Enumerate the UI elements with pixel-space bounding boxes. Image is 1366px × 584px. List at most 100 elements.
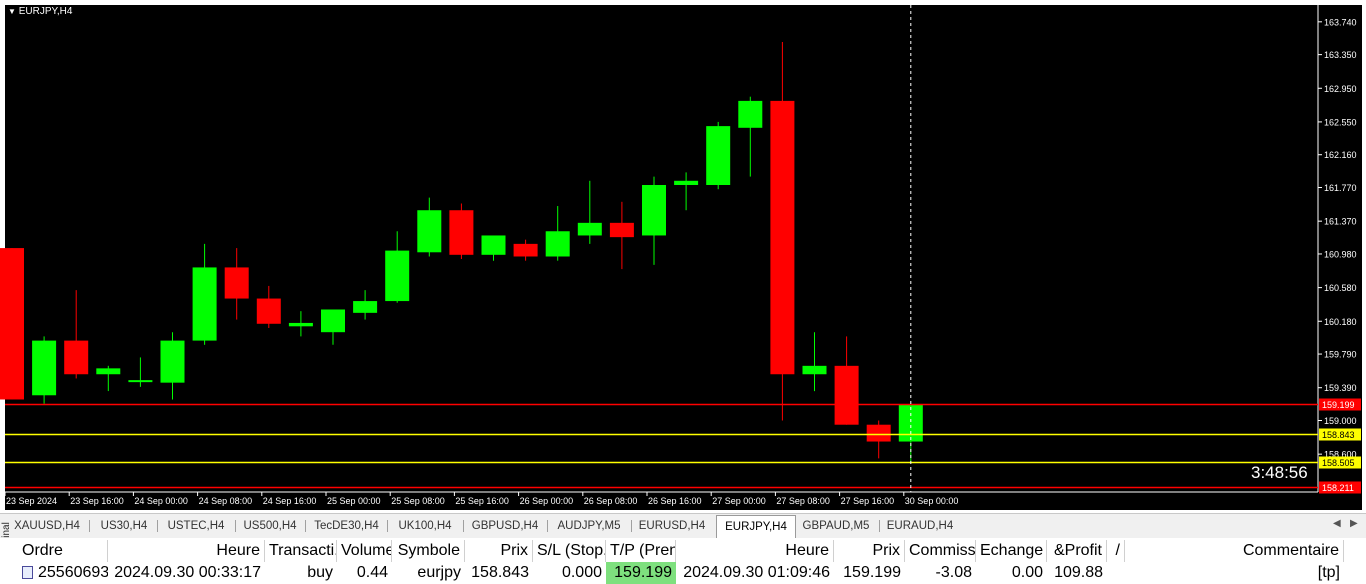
price-level-label: 159.199 bbox=[1322, 400, 1355, 410]
column-header-open_time[interactable]: Heure bbox=[108, 540, 265, 562]
price-tick-label: 162.550 bbox=[1324, 117, 1357, 127]
tab-divider bbox=[157, 520, 158, 532]
candle-body bbox=[481, 235, 506, 255]
price-level-label: 158.211 bbox=[1322, 483, 1354, 493]
chart-symbol-title[interactable]: ▼ EURJPY,H4 bbox=[8, 6, 72, 17]
candle-body bbox=[32, 340, 57, 396]
tab-ustec-h4[interactable]: USTEC,H4 bbox=[160, 517, 232, 535]
price-chart[interactable]: 163.740 163.350 162.950 162.550 162.160 161.7… bbox=[0, 0, 1366, 512]
plot-area bbox=[5, 5, 1318, 492]
cell-current-price[interactable]: 159.199 bbox=[834, 562, 905, 584]
cell-symbol[interactable]: eurjpy bbox=[392, 562, 465, 584]
cell-tp[interactable]: 159.199 bbox=[606, 562, 676, 584]
column-header-comment[interactable]: Commentaire bbox=[1125, 540, 1344, 562]
candle-body bbox=[385, 250, 410, 302]
tab-xauusd-h4[interactable]: XAUUSD,H4 bbox=[8, 517, 86, 535]
candle-body bbox=[738, 100, 763, 128]
candle-body bbox=[288, 322, 313, 327]
candle-body bbox=[417, 210, 442, 253]
tab-divider bbox=[463, 520, 464, 532]
candle-body bbox=[898, 404, 923, 442]
candle-body bbox=[128, 380, 153, 383]
tab-us500-h4[interactable]: US500,H4 bbox=[238, 517, 302, 535]
candle-body bbox=[545, 231, 570, 257]
tab-divider bbox=[235, 520, 236, 532]
time-tick-label: 25 Sep 00:00 bbox=[327, 496, 381, 506]
time-tick-label: 24 Sep 16:00 bbox=[263, 496, 317, 506]
cell-type[interactable]: buy bbox=[265, 562, 337, 584]
cell-swap[interactable]: 0.00 bbox=[976, 562, 1047, 584]
candle-body bbox=[192, 267, 217, 341]
tab-divider bbox=[879, 520, 880, 532]
candle-body bbox=[642, 184, 666, 236]
time-tick-label: 25 Sep 08:00 bbox=[391, 496, 445, 506]
column-header-symbol[interactable]: Symbole bbox=[392, 540, 465, 562]
chart-menu-triangle-icon[interactable]: ▼ bbox=[8, 7, 16, 16]
column-header-swap[interactable]: Echange bbox=[976, 540, 1047, 562]
time-tick-label: 24 Sep 08:00 bbox=[199, 496, 253, 506]
column-header-sort[interactable]: / bbox=[1107, 540, 1125, 562]
candle-body bbox=[256, 298, 281, 324]
column-header-volume[interactable]: Volume bbox=[337, 540, 392, 562]
column-header-sl[interactable]: S/L (Stop... bbox=[533, 540, 606, 562]
price-tick-label: 159.790 bbox=[1324, 350, 1357, 360]
cell-volume[interactable]: 0.44 bbox=[337, 562, 392, 584]
time-tick-label: 27 Sep 00:00 bbox=[712, 496, 766, 506]
cell-comment[interactable]: [tp] bbox=[1125, 562, 1344, 584]
cell-sl[interactable]: 0.000 bbox=[533, 562, 606, 584]
tab-divider bbox=[305, 520, 306, 532]
column-header-time[interactable]: Heure bbox=[676, 540, 834, 562]
column-header-profit[interactable]: &Profit bbox=[1047, 540, 1107, 562]
time-tick-label: 23 Sep 16:00 bbox=[70, 496, 124, 506]
price-tick-label: 160.980 bbox=[1324, 249, 1357, 259]
column-header-tp[interactable]: T/P (Pren... bbox=[606, 540, 676, 562]
column-header-order[interactable]: Ordre bbox=[14, 540, 108, 562]
tab-euraud-h4[interactable]: EURAUD,H4 bbox=[884, 517, 956, 535]
candle-body bbox=[834, 365, 859, 425]
column-header-commission[interactable]: Commiss... bbox=[905, 540, 976, 562]
candle-body bbox=[64, 340, 89, 375]
candle-body bbox=[321, 309, 345, 333]
tab-us30-h4[interactable]: US30,H4 bbox=[94, 517, 154, 535]
column-header-type[interactable]: Transacti... bbox=[265, 540, 337, 562]
candle-body bbox=[577, 222, 602, 236]
candle-body bbox=[706, 126, 731, 185]
time-tick-label: 23 Sep 2024 bbox=[6, 496, 57, 506]
tab-gbpusd-h4[interactable]: GBPUSD,H4 bbox=[466, 517, 544, 535]
price-tick-label: 163.350 bbox=[1324, 50, 1357, 60]
time-tick-label: 30 Sep 00:00 bbox=[905, 496, 959, 506]
column-header-current_price[interactable]: Prix bbox=[834, 540, 905, 562]
order-row-icon bbox=[22, 566, 33, 579]
price-tick-label: 161.370 bbox=[1324, 217, 1357, 227]
cell-commission[interactable]: -3.08 bbox=[905, 562, 976, 584]
candle-body bbox=[866, 424, 891, 442]
candle-body bbox=[160, 340, 185, 383]
candle-body bbox=[674, 180, 699, 185]
chart-canvas[interactable]: 163.740 163.350 162.950 162.550 162.160 161.7… bbox=[0, 0, 1366, 512]
price-tick-label: 161.770 bbox=[1324, 183, 1357, 193]
price-tick-label: 159.000 bbox=[1324, 416, 1357, 426]
tabs-scroll-right-icon[interactable]: ▶ bbox=[1350, 518, 1358, 529]
candle-body bbox=[0, 248, 24, 400]
cell-profit[interactable]: 109.88 bbox=[1047, 562, 1107, 584]
tab-divider bbox=[631, 520, 632, 532]
price-level-label: 158.843 bbox=[1322, 430, 1355, 440]
cell-time[interactable]: 2024.09.30 01:09:46 bbox=[676, 562, 834, 584]
tab-divider bbox=[547, 520, 548, 532]
tab-tecde30-h4[interactable]: TecDE30,H4 bbox=[309, 517, 384, 535]
tab-eurusd-h4[interactable]: EURUSD,H4 bbox=[634, 517, 710, 535]
tab-audjpy-m5[interactable]: AUDJPY,M5 bbox=[550, 517, 628, 535]
tab-eurjpy-h4[interactable]: EURJPY,H4 bbox=[716, 515, 796, 538]
candle-body bbox=[96, 368, 121, 375]
price-tick-label: 163.740 bbox=[1324, 17, 1357, 27]
cell-price[interactable]: 158.843 bbox=[465, 562, 533, 584]
time-tick-label: 25 Sep 16:00 bbox=[455, 496, 509, 506]
tab-gbpaud-m5[interactable]: GBPAUD,M5 bbox=[796, 517, 876, 535]
cell-open-time[interactable]: 2024.09.30 00:33:17 bbox=[108, 562, 265, 584]
price-level-label: 158.505 bbox=[1322, 458, 1355, 468]
time-tick-label: 26 Sep 16:00 bbox=[648, 496, 702, 506]
tabs-scroll-left-icon[interactable]: ◀ bbox=[1333, 518, 1341, 529]
column-header-price[interactable]: Prix bbox=[465, 540, 533, 562]
tab-uk100-h4[interactable]: UK100,H4 bbox=[390, 517, 460, 535]
time-tick-label: 26 Sep 00:00 bbox=[520, 496, 574, 506]
